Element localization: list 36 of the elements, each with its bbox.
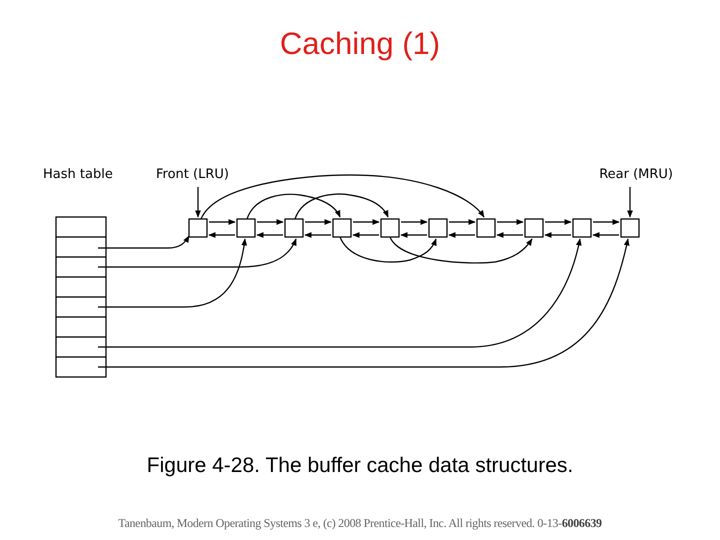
next-arrow [545, 219, 572, 225]
buffer-block [236, 218, 256, 238]
next-arrow [353, 219, 380, 225]
next-arrow [401, 219, 428, 225]
next-arrow [257, 219, 284, 225]
prev-arrow [352, 232, 379, 238]
copyright-footer: Tanenbaum, Modern Operating Systems 3 e, (c) 2008 Prentice-Hall, Inc. All rights reserved. 0-13-6006639 [118, 516, 602, 531]
slide-title: Caching (1) [280, 26, 440, 62]
buffer-block [284, 218, 304, 238]
buffer-block [332, 218, 352, 238]
prev-arrow [208, 232, 235, 238]
buffer-block [572, 218, 592, 238]
front-pointer-arrow [195, 187, 201, 218]
prev-arrow [448, 232, 475, 238]
next-arrow [497, 219, 524, 225]
prev-arrow [592, 232, 619, 238]
rear-pointer-arrow [627, 187, 633, 218]
prev-arrow [544, 232, 571, 238]
buffer-block [476, 218, 496, 238]
buffer-block [524, 218, 544, 238]
next-arrow [209, 219, 236, 225]
next-arrow [305, 219, 332, 225]
buffer-block [620, 218, 640, 238]
buffer-block [188, 218, 208, 238]
next-arrow [449, 219, 476, 225]
buffer-block [428, 218, 448, 238]
prev-arrow [400, 232, 427, 238]
front-label: Front (LRU) [156, 167, 229, 182]
next-arrow [593, 219, 620, 225]
prev-arrow [496, 232, 523, 238]
prev-arrow [256, 232, 283, 238]
buffer-block [380, 218, 400, 238]
figure-caption: Figure 4-28. The buffer cache data structures. [146, 453, 574, 479]
hash-table-label: Hash table [43, 167, 113, 182]
rear-label: Rear (MRU) [599, 167, 673, 182]
prev-arrow [304, 232, 331, 238]
